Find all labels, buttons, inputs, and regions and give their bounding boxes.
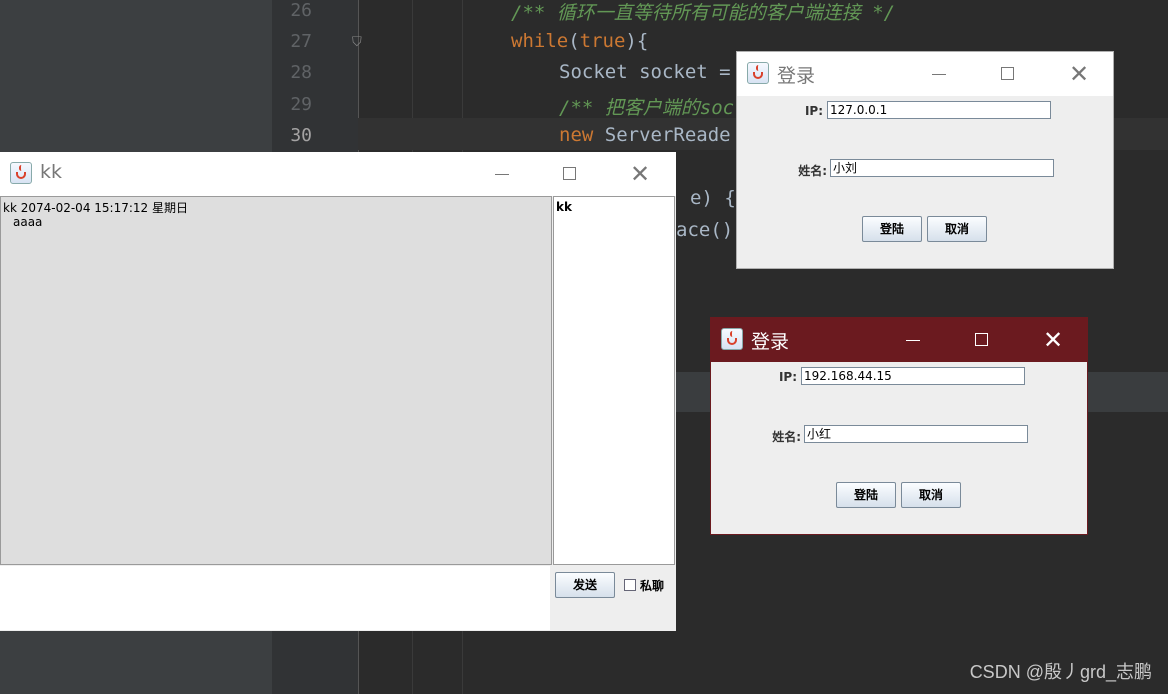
keyword: new [559,124,594,146]
maximize-icon[interactable] [552,158,588,190]
ip-input[interactable]: 192.168.44.15 [801,367,1025,385]
java-icon [721,328,743,350]
java-icon [747,62,769,84]
chat-window: kk ✕ kk 2074-02-04 15:17:12 星期日 aaaa kk … [0,152,676,631]
chat-window-titlebar[interactable]: kk ✕ [0,152,676,196]
ip-input[interactable]: 127.0.0.1 [827,101,1051,119]
name-input[interactable]: 小红 [804,425,1028,443]
minimize-icon[interactable] [484,158,520,190]
keyword: true [579,30,626,52]
message-input[interactable] [0,566,550,630]
send-button[interactable]: 发送 [555,572,615,598]
window-title: 登录 [777,65,816,87]
code-token: ( [568,30,580,52]
line-number: 30 [290,125,312,146]
message-header: kk 2074-02-04 15:17:12 星期日 [3,201,188,215]
window-title: kk [40,161,63,183]
cancel-button[interactable]: 取消 [901,482,961,508]
login-window-1: 登录 ✕ IP: 127.0.0.1 姓名: 小刘 登陆 取消 [736,51,1114,269]
ip-label: IP: [778,370,797,384]
keyword: while [511,30,569,52]
private-chat-checkbox[interactable] [624,579,636,591]
login-button[interactable]: 登陆 [836,482,896,508]
code-line-29: /** 把客户端的soc [559,97,735,119]
line-number: 28 [290,62,312,83]
ip-label: IP: [804,104,823,118]
code-line-31: e) { [690,187,736,209]
close-icon[interactable]: ✕ [1035,324,1071,356]
login-window-2: 登录 ✕ IP: 192.168.44.15 姓名: 小红 登陆 取消 [710,317,1088,535]
minimize-icon[interactable] [895,324,931,356]
code-line-26: /** 循环一直等待所有可能的客户端连接 */ [511,2,896,24]
user-list-item[interactable]: kk [556,200,572,214]
window-title: 登录 [751,331,790,353]
line-number: 26 [290,0,312,21]
fold-marker-icon[interactable]: ⛉ [352,35,362,50]
code-token: ){ [625,30,649,52]
code-line-27: while(true){ [511,30,648,52]
line-number: 29 [290,94,312,115]
code-line-32: ace() [676,219,734,241]
online-user-list[interactable]: kk [553,196,675,565]
minimize-icon[interactable] [921,58,957,90]
login-button[interactable]: 登陆 [862,216,922,242]
line-number: 27 [290,31,312,52]
maximize-icon[interactable] [990,58,1026,90]
name-label: 姓名: [798,164,827,178]
close-icon[interactable]: ✕ [1061,58,1097,90]
message-body: aaaa [13,215,43,229]
chat-message-area[interactable]: kk 2074-02-04 15:17:12 星期日 aaaa [0,196,552,565]
close-icon[interactable]: ✕ [622,158,658,190]
maximize-icon[interactable] [964,324,1000,356]
name-label: 姓名: [772,430,801,444]
name-input[interactable]: 小刘 [830,159,1054,177]
login-window-titlebar[interactable]: 登录 ✕ [711,318,1087,362]
watermark: CSDN @殷丿grd_志鹏 [969,662,1152,682]
java-icon [10,162,32,184]
code-line-30: new ServerReade [559,124,731,146]
code-token: ServerReade [593,124,731,146]
code-line-28: Socket socket = [559,61,731,83]
cancel-button[interactable]: 取消 [927,216,987,242]
login-window-titlebar[interactable]: 登录 ✕ [737,52,1113,96]
private-chat-label: 私聊 [640,579,665,593]
